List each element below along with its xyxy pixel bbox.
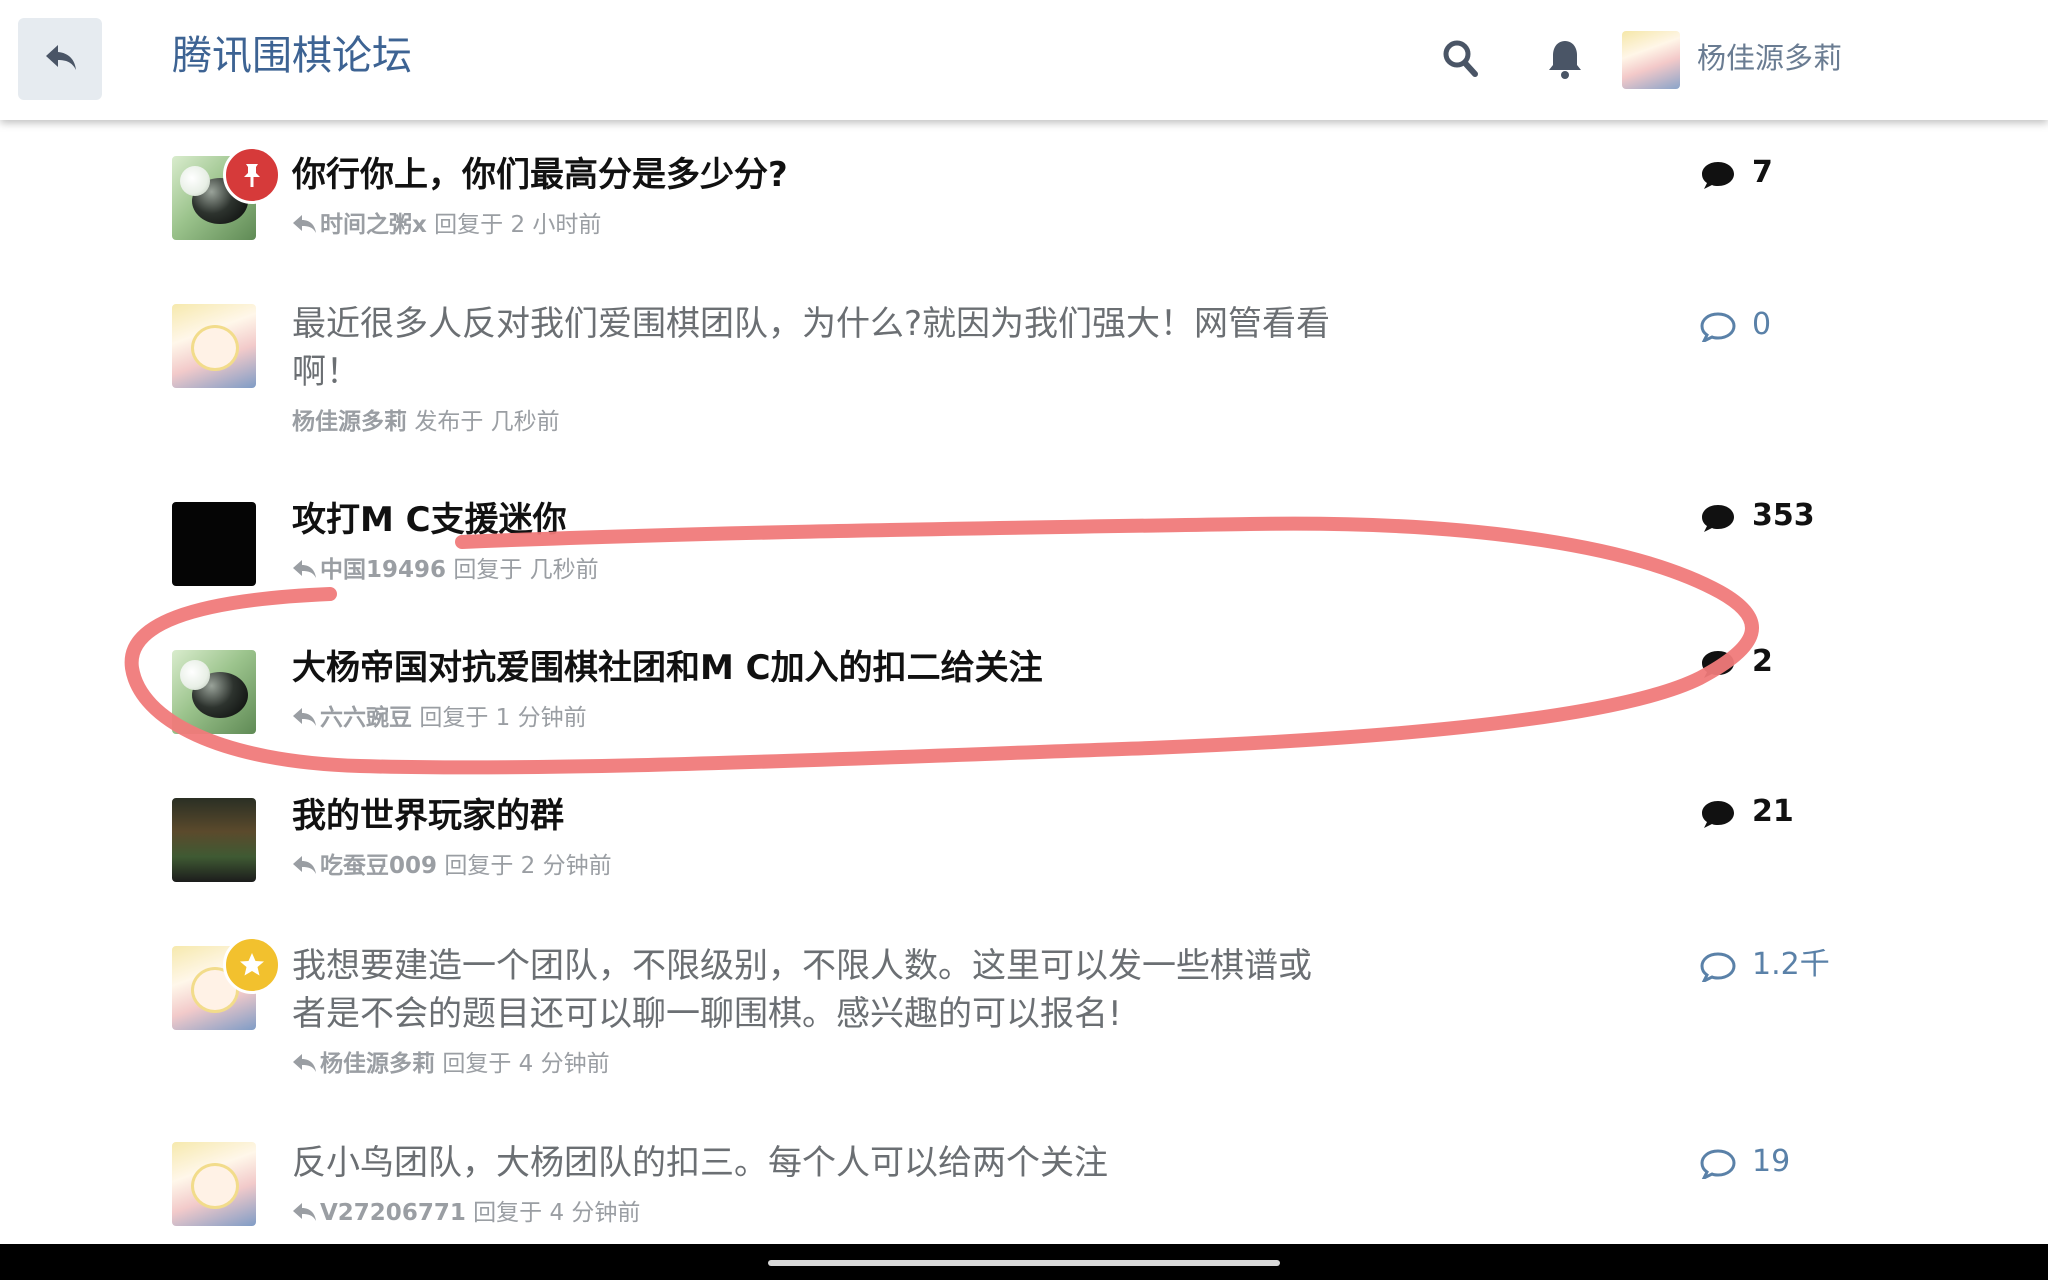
avatar[interactable] (172, 502, 256, 586)
comment-bubble-icon (1702, 801, 1734, 828)
topic-title[interactable]: 我的世界玩家的群 (292, 792, 1342, 840)
topic-user[interactable]: V27206771 (320, 1200, 466, 1226)
bell-icon[interactable] (1547, 38, 1583, 80)
topic-meta: 中国19496 回复于 几秒前 (292, 554, 599, 586)
topic-action: 回复于 几秒前 (453, 557, 599, 583)
comment-bubble-icon (1702, 505, 1734, 532)
topic-user[interactable]: 六六豌豆 (320, 705, 412, 731)
topic-title[interactable]: 反小鸟团队，大杨团队的扣三。每个人可以给两个关注 (292, 1139, 1342, 1187)
comment-bubble-icon (1700, 952, 1736, 985)
reply-count: 0 (1700, 305, 1771, 345)
reply-count: 2 (1700, 642, 1773, 682)
comment-bubble-icon (1700, 312, 1736, 345)
comment-bubble-icon (1702, 162, 1734, 189)
reply-count: 353 (1700, 496, 1815, 536)
topic-row[interactable]: 我想要建造一个团队，不限级别，不限人数。这里可以发一些棋谱或者是不会的题目还可以… (0, 912, 2048, 1112)
system-navigation-bar (0, 1244, 2048, 1280)
reply-arrow-icon (293, 1203, 316, 1221)
reply-arrow-icon (293, 215, 316, 233)
back-button[interactable] (18, 18, 102, 100)
topic-row[interactable]: 最近很多人反对我们爱围棋团队，为什么?就因为我们强大！网管看看啊！ 杨佳源多莉 … (0, 268, 2048, 468)
topic-row[interactable]: 你行你上，你们最高分是多少分? 时间之粥x 回复于 2 小时前 7 (0, 120, 2048, 268)
star-icon (240, 953, 264, 976)
topic-row[interactable]: 反小鸟团队，大杨团队的扣三。每个人可以给两个关注 V27206771 回复于 4… (0, 1112, 2048, 1244)
topic-row[interactable]: 大杨帝国对抗爱围棋社团和M C加入的扣二给关注 六六豌豆 回复于 1 分钟前 2 (0, 616, 2048, 764)
user-avatar[interactable] (1622, 31, 1680, 89)
avatar[interactable] (172, 650, 256, 734)
avatar[interactable] (172, 798, 256, 882)
topic-user[interactable]: 时间之粥x (320, 212, 427, 238)
topic-title[interactable]: 攻打M C支援迷你 (292, 496, 1342, 544)
username[interactable]: 杨佳源多莉 (1697, 38, 1842, 78)
topic-action: 回复于 2 分钟前 (444, 853, 612, 879)
reply-arrow-icon (293, 560, 316, 578)
starred-badge (223, 936, 281, 994)
topic-action: 回复于 2 小时前 (434, 212, 602, 238)
app-header: 腾讯围棋论坛 杨佳源多莉 (0, 0, 2048, 120)
topic-meta: 吃蚕豆009 回复于 2 分钟前 (292, 850, 612, 882)
reply-count: 19 (1700, 1142, 1790, 1182)
topic-action: 回复于 1 分钟前 (419, 705, 587, 731)
avatar[interactable] (172, 1142, 256, 1226)
reply-arrow-icon (46, 45, 76, 70)
reply-count: 7 (1700, 153, 1773, 193)
topic-meta: 杨佳源多莉 发布于 几秒前 (292, 406, 560, 438)
topic-action: 发布于 几秒前 (414, 409, 560, 435)
reply-arrow-icon (293, 1054, 316, 1072)
reply-arrow-icon (293, 856, 316, 874)
topic-meta: 杨佳源多莉 回复于 4 分钟前 (292, 1048, 610, 1080)
topic-title[interactable]: 大杨帝国对抗爱围棋社团和M C加入的扣二给关注 (292, 644, 1342, 692)
topic-meta: 六六豌豆 回复于 1 分钟前 (292, 702, 587, 734)
search-icon[interactable] (1442, 38, 1478, 78)
comment-bubble-icon (1700, 1149, 1736, 1182)
topic-user[interactable]: 杨佳源多莉 (320, 1051, 435, 1077)
topic-action: 回复于 4 分钟前 (473, 1200, 641, 1226)
gesture-handle[interactable] (768, 1260, 1280, 1266)
site-title[interactable]: 腾讯围棋论坛 (172, 30, 412, 82)
reply-count: 21 (1700, 792, 1794, 832)
topic-title[interactable]: 你行你上，你们最高分是多少分? (292, 151, 1342, 199)
topic-title[interactable]: 最近很多人反对我们爱围棋团队，为什么?就因为我们强大！网管看看啊！ (292, 300, 1342, 396)
reply-arrow-icon (293, 708, 316, 726)
topic-user[interactable]: 吃蚕豆009 (320, 853, 437, 879)
reply-count: 1.2千 (1700, 945, 1830, 985)
topic-user[interactable]: 杨佳源多莉 (292, 409, 407, 435)
topic-title[interactable]: 我想要建造一个团队，不限级别，不限人数。这里可以发一些棋谱或者是不会的题目还可以… (292, 942, 1342, 1038)
topic-user[interactable]: 中国19496 (320, 557, 446, 583)
topic-meta: 时间之粥x 回复于 2 小时前 (292, 209, 601, 241)
topic-row[interactable]: 我的世界玩家的群 吃蚕豆009 回复于 2 分钟前 21 (0, 764, 2048, 912)
pin-icon (244, 164, 260, 187)
topic-meta: V27206771 回复于 4 分钟前 (292, 1197, 640, 1229)
avatar[interactable] (172, 304, 256, 388)
topic-action: 回复于 4 分钟前 (442, 1051, 610, 1077)
pinned-badge (223, 146, 281, 204)
topic-row[interactable]: 攻打M C支援迷你 中国19496 回复于 几秒前 353 (0, 468, 2048, 616)
comment-bubble-icon (1702, 651, 1734, 678)
